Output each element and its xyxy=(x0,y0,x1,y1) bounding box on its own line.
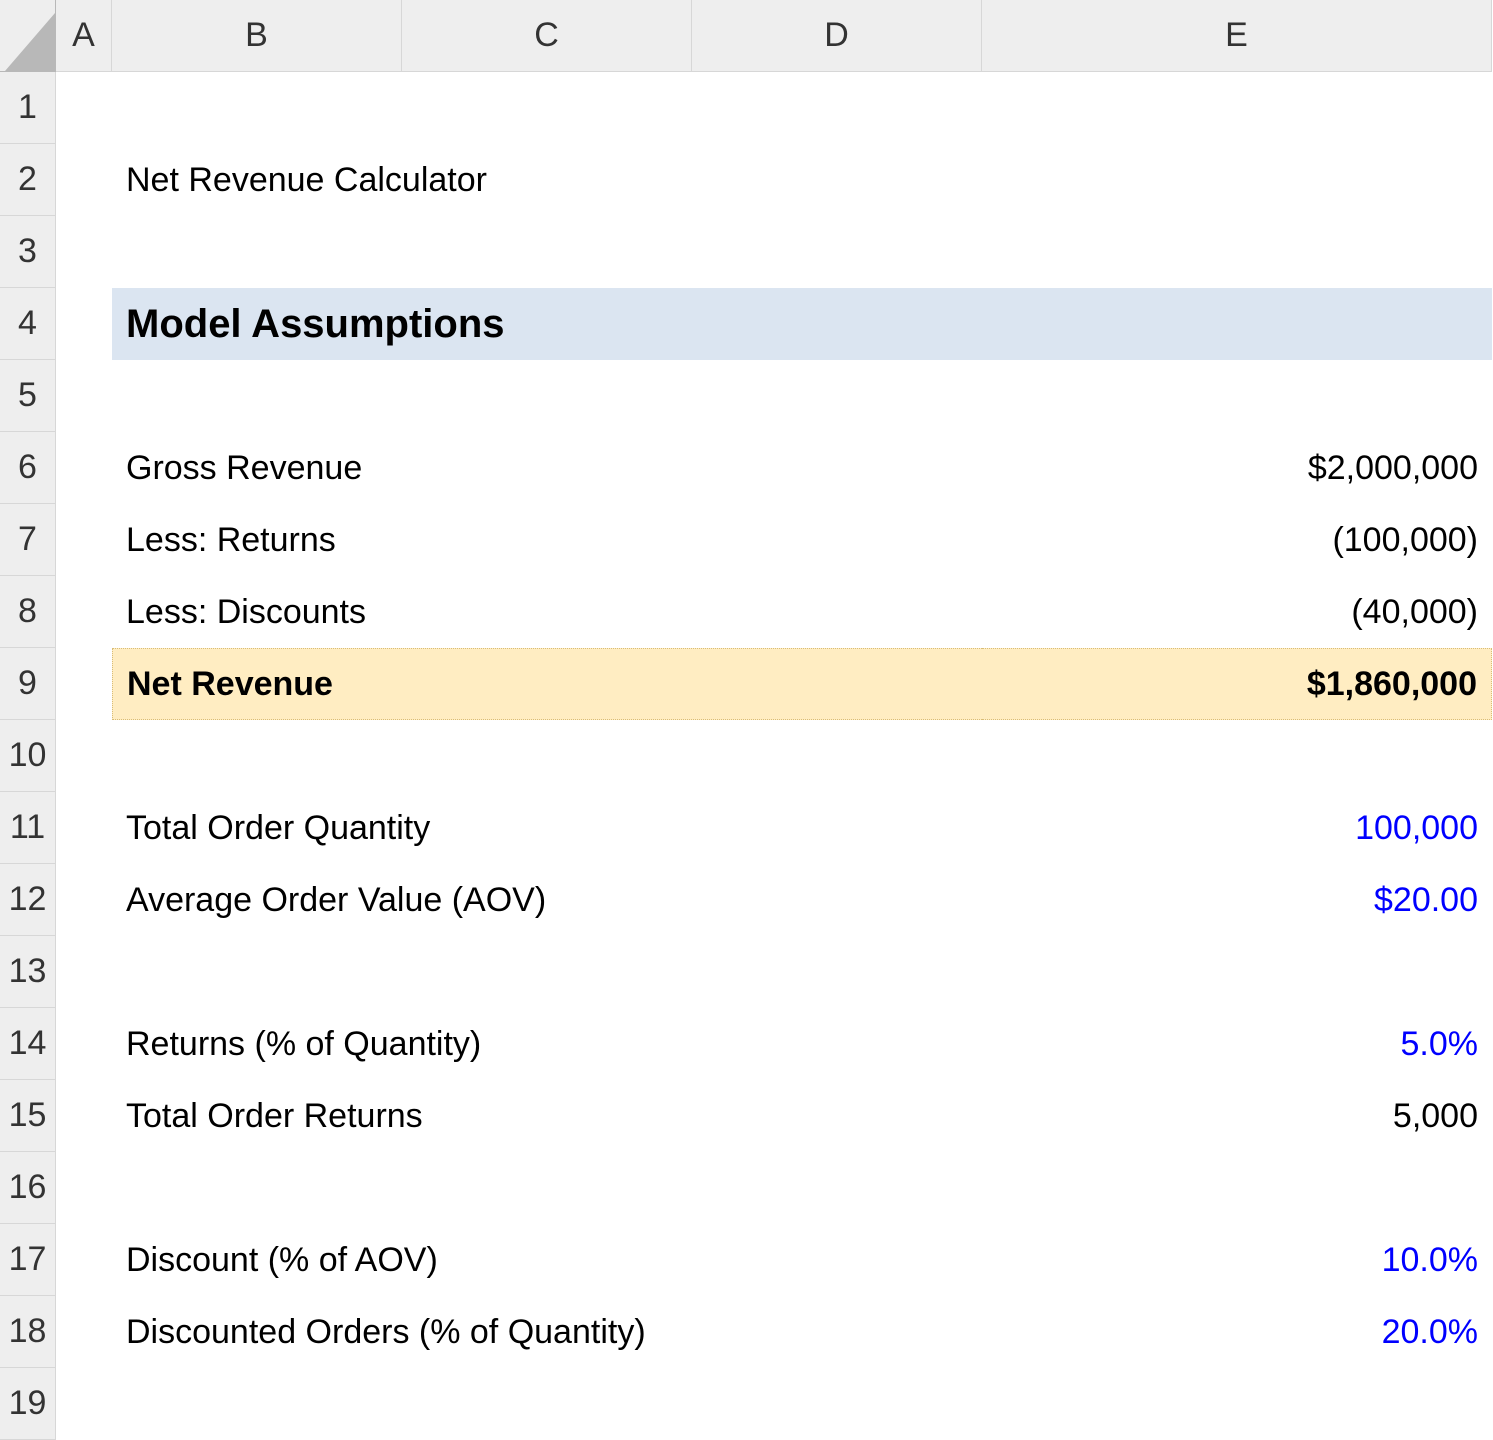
value-aov[interactable]: $20.00 xyxy=(982,864,1492,936)
cell-e10[interactable] xyxy=(982,720,1492,792)
row-header-14[interactable]: 14 xyxy=(0,1008,56,1080)
cell-a13[interactable] xyxy=(56,936,112,1008)
col-header-e[interactable]: E xyxy=(982,0,1492,72)
col-header-d[interactable]: D xyxy=(692,0,982,72)
cell-a5[interactable] xyxy=(56,360,112,432)
cell-a11[interactable] xyxy=(56,792,112,864)
section-header[interactable]: Model Assumptions xyxy=(112,288,1492,360)
value-total-order-returns[interactable]: 5,000 xyxy=(982,1080,1492,1152)
label-less-returns[interactable]: Less: Returns xyxy=(112,504,982,576)
cell-e1[interactable] xyxy=(982,72,1492,144)
value-total-order-qty[interactable]: 100,000 xyxy=(982,792,1492,864)
row-header-19[interactable]: 19 xyxy=(0,1368,56,1440)
cell-a4[interactable] xyxy=(56,288,112,360)
cell-c5[interactable] xyxy=(402,360,692,432)
cell-a8[interactable] xyxy=(56,576,112,648)
cell-c1[interactable] xyxy=(402,72,692,144)
cell-a3[interactable] xyxy=(56,216,112,288)
cell-b16[interactable] xyxy=(112,1152,402,1224)
row-header-11[interactable]: 11 xyxy=(0,792,56,864)
cell-c10[interactable] xyxy=(402,720,692,792)
value-discount-pct[interactable]: 10.0% xyxy=(982,1224,1492,1296)
row-header-3[interactable]: 3 xyxy=(0,216,56,288)
label-aov[interactable]: Average Order Value (AOV) xyxy=(112,864,982,936)
cell-a6[interactable] xyxy=(56,432,112,504)
cell-d10[interactable] xyxy=(692,720,982,792)
cell-c19[interactable] xyxy=(402,1368,692,1440)
cell-b13[interactable] xyxy=(112,936,402,1008)
cell-c16[interactable] xyxy=(402,1152,692,1224)
label-gross-revenue[interactable]: Gross Revenue xyxy=(112,432,982,504)
cell-b5[interactable] xyxy=(112,360,402,432)
page-title[interactable]: Net Revenue Calculator xyxy=(112,144,1492,216)
cell-d1[interactable] xyxy=(692,72,982,144)
row-header-18[interactable]: 18 xyxy=(0,1296,56,1368)
cell-a1[interactable] xyxy=(56,72,112,144)
cell-b19[interactable] xyxy=(112,1368,402,1440)
cell-b3[interactable] xyxy=(112,216,402,288)
cell-a14[interactable] xyxy=(56,1008,112,1080)
cell-a17[interactable] xyxy=(56,1224,112,1296)
cell-e19[interactable] xyxy=(982,1368,1492,1440)
select-all-corner[interactable] xyxy=(0,0,56,72)
row-header-16[interactable]: 16 xyxy=(0,1152,56,1224)
cell-a15[interactable] xyxy=(56,1080,112,1152)
row-header-5[interactable]: 5 xyxy=(0,360,56,432)
value-returns-pct[interactable]: 5.0% xyxy=(982,1008,1492,1080)
cell-d13[interactable] xyxy=(692,936,982,1008)
spreadsheet-grid: A B C D E 1 2 Net Revenue Calculator 3 4… xyxy=(0,0,1493,1440)
row-header-12[interactable]: 12 xyxy=(0,864,56,936)
cell-d5[interactable] xyxy=(692,360,982,432)
row-header-9[interactable]: 9 xyxy=(0,648,56,720)
value-less-returns[interactable]: (100,000) xyxy=(982,504,1492,576)
cell-a10[interactable] xyxy=(56,720,112,792)
label-total-order-returns[interactable]: Total Order Returns xyxy=(112,1080,982,1152)
cell-a19[interactable] xyxy=(56,1368,112,1440)
cell-a16[interactable] xyxy=(56,1152,112,1224)
cell-d16[interactable] xyxy=(692,1152,982,1224)
cell-a9[interactable] xyxy=(56,648,112,720)
cell-e3[interactable] xyxy=(982,216,1492,288)
cell-b10[interactable] xyxy=(112,720,402,792)
row-header-7[interactable]: 7 xyxy=(0,504,56,576)
cell-e16[interactable] xyxy=(982,1152,1492,1224)
cell-c13[interactable] xyxy=(402,936,692,1008)
label-net-revenue[interactable]: Net Revenue xyxy=(112,648,982,720)
row-header-2[interactable]: 2 xyxy=(0,144,56,216)
row-header-1[interactable]: 1 xyxy=(0,72,56,144)
row-header-10[interactable]: 10 xyxy=(0,720,56,792)
value-less-discounts[interactable]: (40,000) xyxy=(982,576,1492,648)
label-returns-pct[interactable]: Returns (% of Quantity) xyxy=(112,1008,982,1080)
label-total-order-qty[interactable]: Total Order Quantity xyxy=(112,792,982,864)
cell-e5[interactable] xyxy=(982,360,1492,432)
col-header-c[interactable]: C xyxy=(402,0,692,72)
row-header-17[interactable]: 17 xyxy=(0,1224,56,1296)
label-less-discounts[interactable]: Less: Discounts xyxy=(112,576,982,648)
cell-b1[interactable] xyxy=(112,72,402,144)
label-discounted-orders-pct[interactable]: Discounted Orders (% of Quantity) xyxy=(112,1296,982,1368)
row-header-13[interactable]: 13 xyxy=(0,936,56,1008)
cell-c3[interactable] xyxy=(402,216,692,288)
value-net-revenue[interactable]: $1,860,000 xyxy=(982,648,1492,720)
label-discount-pct[interactable]: Discount (% of AOV) xyxy=(112,1224,982,1296)
value-discounted-orders-pct[interactable]: 20.0% xyxy=(982,1296,1492,1368)
col-header-a[interactable]: A xyxy=(56,0,112,72)
cell-d19[interactable] xyxy=(692,1368,982,1440)
cell-d3[interactable] xyxy=(692,216,982,288)
row-header-4[interactable]: 4 xyxy=(0,288,56,360)
cell-a2[interactable] xyxy=(56,144,112,216)
cell-a18[interactable] xyxy=(56,1296,112,1368)
row-header-6[interactable]: 6 xyxy=(0,432,56,504)
row-header-8[interactable]: 8 xyxy=(0,576,56,648)
cell-e13[interactable] xyxy=(982,936,1492,1008)
value-gross-revenue[interactable]: $2,000,000 xyxy=(982,432,1492,504)
cell-a7[interactable] xyxy=(56,504,112,576)
cell-a12[interactable] xyxy=(56,864,112,936)
col-header-b[interactable]: B xyxy=(112,0,402,72)
row-header-15[interactable]: 15 xyxy=(0,1080,56,1152)
